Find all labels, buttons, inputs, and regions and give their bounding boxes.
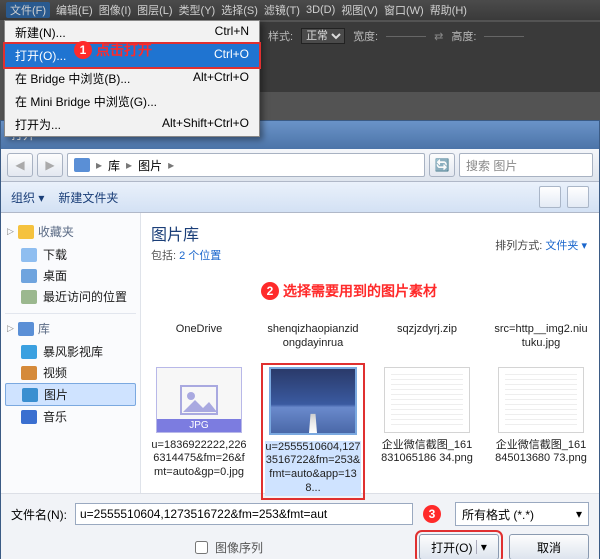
pictures-icon <box>22 388 38 402</box>
file-tile[interactable]: OneDrive <box>151 273 247 351</box>
menu-image[interactable]: 图像(I) <box>99 2 131 18</box>
dialog-toolbar: 组织 ▾ 新建文件夹 <box>1 182 599 213</box>
file-menu-minibridge[interactable]: 在 Mini Bridge 中浏览(G)... <box>5 90 259 113</box>
video-lib-icon <box>21 345 37 359</box>
nav-back-button[interactable]: ◀ <box>7 153 33 177</box>
filename-label: 文件名(N): <box>11 506 67 523</box>
menu-filter[interactable]: 滤镜(T) <box>264 2 300 18</box>
annotation-3-bubble: 3 <box>423 505 441 523</box>
opt-width-label: 宽度: <box>353 28 378 44</box>
locations-link[interactable]: 2 个位置 <box>179 250 221 262</box>
library-icon <box>18 322 34 336</box>
sidebar-libraries[interactable]: 库 <box>7 320 136 337</box>
annotation-2: 2 选择需要用到的图片素材 <box>261 281 437 301</box>
filetype-combo[interactable]: 所有格式 (*.*)▾ <box>455 502 589 526</box>
videos-icon <box>21 366 37 380</box>
sidebar-item-recent[interactable]: 最近访问的位置 <box>5 286 136 307</box>
content-pane: 图片库 包括: 2 个位置 排列方式: 文件夹 ▾ 2 选择需要用到的图片素材 … <box>141 213 599 493</box>
opt-height-label: 高度: <box>451 28 476 44</box>
opt-style-select[interactable]: 正常 <box>301 28 345 44</box>
menu-layer[interactable]: 图层(L) <box>137 2 172 18</box>
dialog-footer: 文件名(N): 3 所有格式 (*.*)▾ 图像序列 打开(O) ▾ 取消 <box>1 493 599 559</box>
sidebar-item-bf[interactable]: 暴风影视库 <box>5 341 136 362</box>
file-tile[interactable]: 企业微信截图_161845013680 73.png <box>493 367 589 496</box>
sidebar-favorites[interactable]: 收藏夹 <box>7 223 136 240</box>
opt-height-field[interactable] <box>484 36 524 37</box>
sidebar-item-desktop[interactable]: 桌面 <box>5 265 136 286</box>
sidebar-item-pictures[interactable]: 图片 <box>5 383 136 406</box>
sidebar-item-videos[interactable]: 视频 <box>5 362 136 383</box>
menu-help[interactable]: 帮助(H) <box>430 2 467 18</box>
filename-input[interactable] <box>75 503 413 525</box>
cancel-button[interactable]: 取消 <box>509 534 589 559</box>
chevron-right-icon: ▸ <box>126 158 132 172</box>
image-thumbnail <box>269 367 357 435</box>
open-button[interactable]: 打开(O) ▾ <box>419 534 499 559</box>
png-thumbnail-icon <box>384 367 470 433</box>
toolbar-new-folder[interactable]: 新建文件夹 <box>58 189 118 206</box>
address-bar[interactable]: ▸ 库 ▸ 图片 ▸ <box>67 153 425 177</box>
annotation-1: 1 点击打开 <box>74 40 152 60</box>
sidebar-item-music[interactable]: 音乐 <box>5 406 136 427</box>
file-menu-dropdown: 新建(N)...Ctrl+N 打开(O)...Ctrl+O 在 Bridge 中… <box>4 20 260 137</box>
file-tile[interactable]: 企业微信截图_161831065186 34.png <box>379 367 475 496</box>
annotation-3: 3 <box>423 505 445 523</box>
menu-window[interactable]: 窗口(W) <box>384 2 424 18</box>
menu-file[interactable]: 文件(F) <box>6 2 50 18</box>
download-icon <box>21 248 37 262</box>
chevron-right-icon: ▸ <box>168 158 174 172</box>
file-tile[interactable]: src=http__img2.niutuku.jpg <box>493 273 589 351</box>
toolbar-view-button[interactable] <box>539 186 561 208</box>
toolbar-help-button[interactable] <box>567 186 589 208</box>
star-icon <box>18 225 34 239</box>
opt-width-field[interactable] <box>386 36 426 37</box>
file-menu-openas[interactable]: 打开为...Alt+Shift+Ctrl+O <box>5 113 259 136</box>
sort-control[interactable]: 排列方式: 文件夹 ▾ <box>495 237 587 253</box>
search-input[interactable]: 搜索 图片 <box>459 153 593 177</box>
menu-select[interactable]: 选择(S) <box>221 2 258 18</box>
dialog-nav: ◀ ▶ ▸ 库 ▸ 图片 ▸ 🔄 搜索 图片 <box>1 149 599 182</box>
library-icon <box>74 158 90 172</box>
jpg-thumbnail-icon <box>156 367 242 433</box>
menu-type[interactable]: 类型(Y) <box>179 2 216 18</box>
opt-style-label: 样式: <box>268 28 293 44</box>
file-menu-bridge[interactable]: 在 Bridge 中浏览(B)...Alt+Ctrl+O <box>5 67 259 90</box>
chevron-down-icon: ▾ <box>576 507 582 521</box>
music-icon <box>21 410 37 424</box>
image-sequence-checkbox[interactable]: 图像序列 <box>191 538 263 557</box>
sidebar: 收藏夹 下载 桌面 最近访问的位置 库 暴风影视库 视频 图片 音乐 <box>1 213 141 493</box>
file-tile-selected[interactable]: u=2555510604,1273516722&fm=253&fmt=auto&… <box>265 367 361 496</box>
search-placeholder: 搜索 图片 <box>466 157 517 174</box>
open-split-arrow[interactable]: ▾ <box>476 540 487 554</box>
image-sequence-checkbox-input[interactable] <box>195 541 208 554</box>
crumb-pictures[interactable]: 图片 <box>138 157 162 174</box>
file-tile[interactable]: u=1836922222,2266314475&fm=26&fmt=auto&g… <box>151 367 247 496</box>
png-thumbnail-icon <box>498 367 584 433</box>
sidebar-item-downloads[interactable]: 下载 <box>5 244 136 265</box>
menu-3d[interactable]: 3D(D) <box>306 4 335 16</box>
open-dialog: 打开 ◀ ▶ ▸ 库 ▸ 图片 ▸ 🔄 搜索 图片 组织 ▾ 新建文件夹 收藏夹… <box>0 120 600 559</box>
chevron-right-icon: ▸ <box>96 158 102 172</box>
annotation-2-bubble: 2 <box>261 282 279 300</box>
toolbar-organize[interactable]: 组织 ▾ <box>11 189 44 206</box>
ps-menubar: 文件(F) 编辑(E) 图像(I) 图层(L) 类型(Y) 选择(S) 滤镜(T… <box>0 0 600 20</box>
ps-options-bar: 样式: 正常 宽度: ⇄ 高度: <box>260 22 600 92</box>
annotation-1-bubble: 1 <box>74 41 92 59</box>
recent-icon <box>21 290 37 304</box>
menu-view[interactable]: 视图(V) <box>341 2 378 18</box>
nav-fwd-button[interactable]: ▶ <box>37 153 63 177</box>
menu-edit[interactable]: 编辑(E) <box>56 2 93 18</box>
desktop-icon <box>21 269 37 283</box>
crumb-library[interactable]: 库 <box>108 157 120 174</box>
refresh-button[interactable]: 🔄 <box>429 153 455 177</box>
